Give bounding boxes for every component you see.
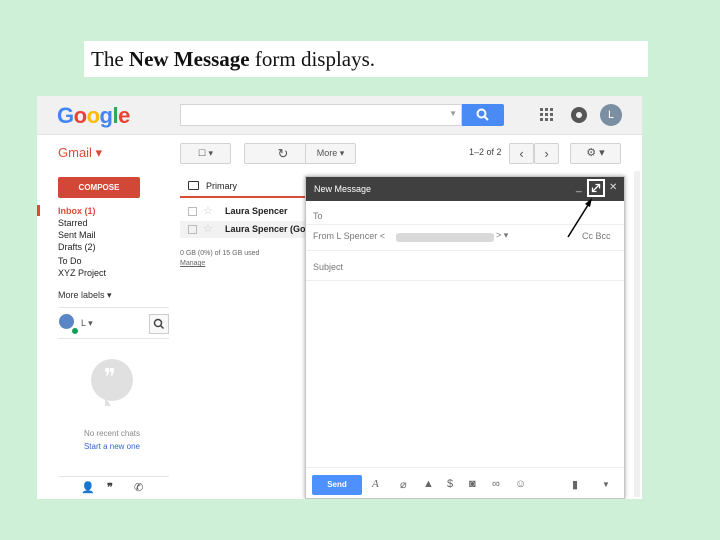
callout-arrow-icon <box>567 198 592 238</box>
caption-bold: New Message <box>128 47 250 71</box>
caption-before: The <box>91 47 129 71</box>
slide-caption: The New Message form displays. <box>84 41 648 77</box>
gmail-screenshot: Google ▼ L Gmail ▾ ☐ ▾ ↻ More ▾ 1–2 of 2… <box>37 96 642 499</box>
caption-after: form displays. <box>249 47 376 71</box>
